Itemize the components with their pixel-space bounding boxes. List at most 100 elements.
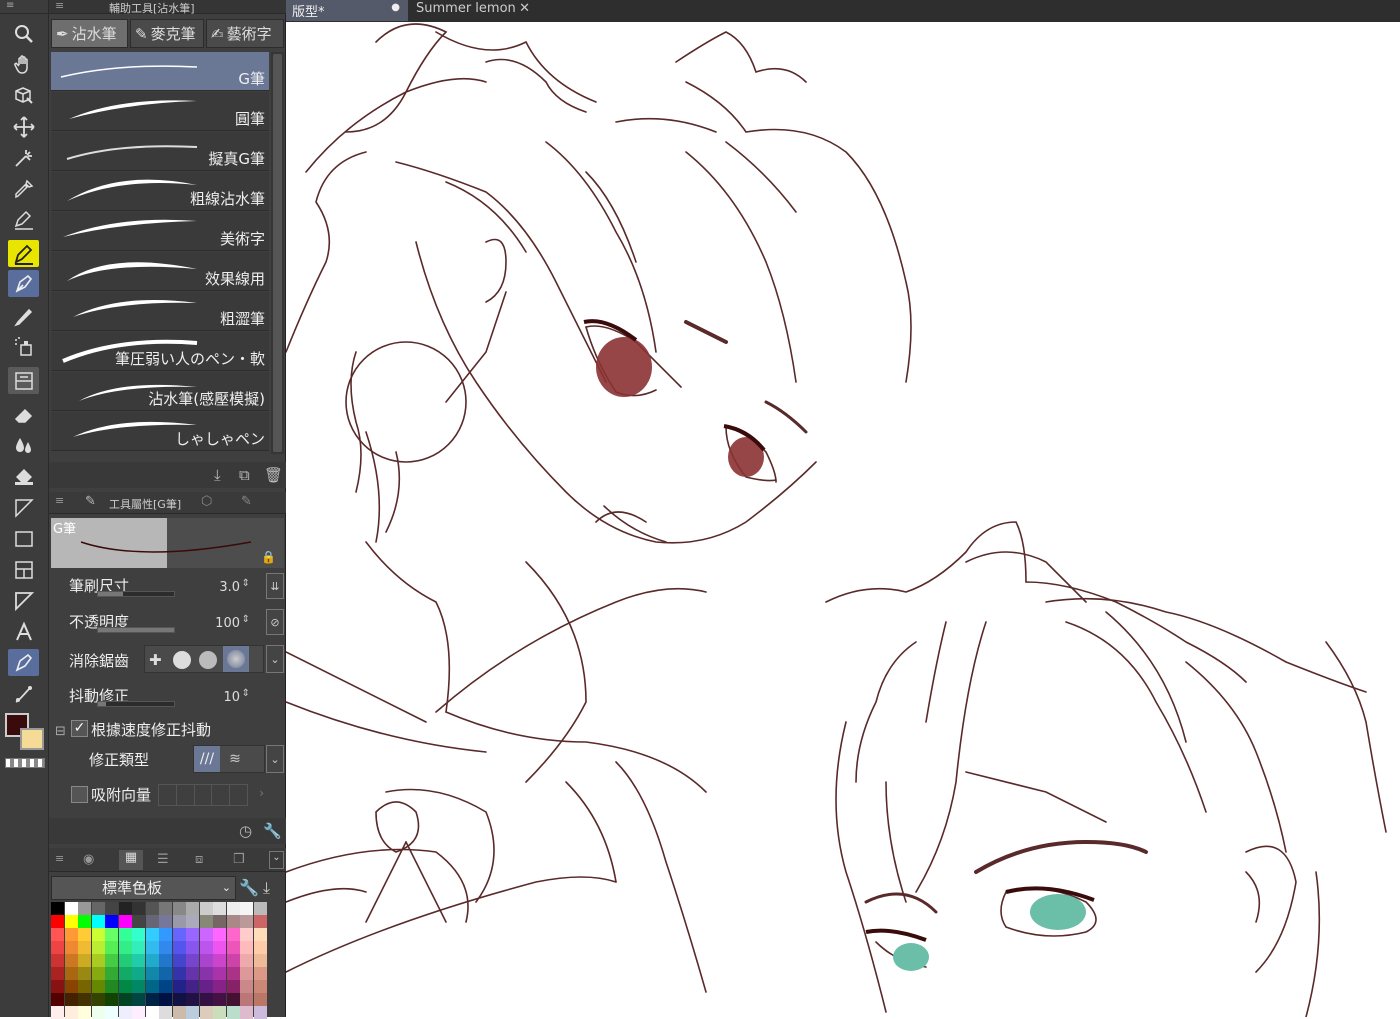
color-swatch[interactable]	[91, 1006, 105, 1019]
color-swatch[interactable]	[78, 902, 91, 915]
gradient-tool[interactable]	[8, 494, 39, 521]
color-swatch[interactable]	[226, 928, 240, 941]
brush-list-scrollbar[interactable]	[271, 52, 284, 454]
snap-options[interactable]	[158, 784, 248, 806]
color-swatch[interactable]	[159, 941, 172, 954]
color-swatch[interactable]	[240, 967, 253, 980]
color-swatch[interactable]	[91, 902, 105, 915]
color-swatch[interactable]	[78, 941, 91, 954]
color-swatch[interactable]	[132, 993, 145, 1006]
color-swatch[interactable]	[199, 941, 213, 954]
scroll-thumb[interactable]	[273, 54, 282, 452]
pen-tool[interactable]	[8, 240, 39, 267]
color-swatch[interactable]	[240, 954, 253, 967]
color-swatch[interactable]	[172, 993, 186, 1006]
color-swatch[interactable]	[253, 967, 267, 980]
color-swatch[interactable]	[199, 1006, 213, 1019]
color-swatch[interactable]	[105, 1006, 118, 1019]
color-swatch[interactable]	[118, 1006, 132, 1019]
color-swatch[interactable]	[172, 941, 186, 954]
stepper-icon[interactable]: ⇕	[242, 578, 250, 589]
doc-tab-summer-lemon[interactable]: Summer lemon ✕	[410, 0, 534, 21]
brush-item-thick-pen[interactable]: 粗線沾水筆	[51, 172, 269, 211]
color-swatch[interactable]	[145, 1006, 159, 1019]
color-swatch[interactable]	[226, 993, 240, 1006]
close-icon[interactable]: ✕	[519, 1, 530, 16]
color-swatch[interactable]	[199, 915, 213, 928]
color-swatch[interactable]	[105, 967, 118, 980]
color-swatch[interactable]	[226, 967, 240, 980]
brush-item-pressure-pen[interactable]: 沾水筆(感壓模擬)	[51, 372, 269, 411]
color-swatch[interactable]	[51, 915, 64, 928]
color-slider-tab-icon[interactable]: ☰	[157, 852, 169, 867]
color-swatch[interactable]	[51, 928, 64, 941]
color-swatch[interactable]	[253, 954, 267, 967]
hand-tool[interactable]	[8, 51, 39, 78]
color-swatch[interactable]	[51, 967, 64, 980]
color-set-tab-icon[interactable]: ▦	[119, 850, 143, 870]
color-swatch[interactable]	[213, 915, 226, 928]
color-swatch[interactable]	[78, 915, 91, 928]
color-swatch[interactable]	[132, 954, 145, 967]
color-swatch[interactable]	[240, 941, 253, 954]
color-swatch[interactable]	[199, 928, 213, 941]
color-swatch[interactable]	[226, 941, 240, 954]
color-swatch[interactable]	[132, 902, 145, 915]
color-swatch[interactable]	[186, 954, 199, 967]
antialias-dropdown[interactable]: ⌄	[266, 645, 284, 673]
color-swatch[interactable]	[105, 915, 118, 928]
g-pen-tool[interactable]	[8, 270, 39, 297]
unsaved-dot-icon[interactable]: ●	[391, 2, 400, 13]
color-swatch[interactable]	[186, 993, 199, 1006]
color-swatch[interactable]	[240, 1006, 253, 1019]
color-swatch[interactable]	[64, 993, 78, 1006]
color-swatch[interactable]	[186, 915, 199, 928]
color-swatch[interactable]	[159, 980, 172, 993]
antialias-strong-icon[interactable]	[223, 646, 249, 672]
import-icon[interactable]: ⤓	[214, 466, 221, 484]
color-swatch[interactable]	[186, 1006, 199, 1019]
text-tool[interactable]	[8, 618, 39, 645]
color-swatch[interactable]	[145, 928, 159, 941]
color-swatch[interactable]	[226, 980, 240, 993]
pen-pressure-tool[interactable]	[8, 206, 39, 233]
antialias-medium-icon[interactable]	[199, 651, 217, 669]
brush-item-g-pen[interactable]: G筆	[51, 52, 269, 91]
object-tool[interactable]	[8, 82, 39, 109]
color-swatch[interactable]	[51, 941, 64, 954]
color-swatch[interactable]	[145, 967, 159, 980]
brush-detail-icon[interactable]: ⬡	[201, 494, 212, 509]
color-swatch[interactable]	[213, 928, 226, 941]
color-swatch[interactable]	[78, 967, 91, 980]
color-swatch[interactable]	[132, 980, 145, 993]
tab-marker[interactable]: ✎ 麥克筆	[130, 19, 204, 48]
color-swatch[interactable]	[64, 980, 78, 993]
color-swatch[interactable]	[132, 941, 145, 954]
color-swatch[interactable]	[51, 902, 64, 915]
color-swatch[interactable]	[64, 902, 78, 915]
opacity-slider[interactable]	[97, 627, 175, 633]
color-swatch[interactable]	[213, 902, 226, 915]
color-swatch[interactable]	[132, 928, 145, 941]
color-swatch[interactable]	[105, 980, 118, 993]
drawing-canvas[interactable]	[286, 22, 1400, 1017]
color-swatch[interactable]	[51, 980, 64, 993]
color-swatch[interactable]	[240, 902, 253, 915]
color-swatch[interactable]	[240, 928, 253, 941]
color-swatch[interactable]	[105, 941, 118, 954]
color-swatch[interactable]	[213, 941, 226, 954]
edit-icon[interactable]: ✎	[241, 494, 252, 509]
move-tool[interactable]	[8, 113, 39, 140]
color-swatch[interactable]	[118, 928, 132, 941]
transparent-color-swatch[interactable]	[5, 758, 45, 768]
stepper-icon[interactable]: ⇕	[242, 688, 250, 699]
color-swatch[interactable]	[105, 954, 118, 967]
color-swatch[interactable]	[172, 954, 186, 967]
color-swatch[interactable]	[64, 915, 78, 928]
stabilization-slider[interactable]	[97, 701, 175, 707]
color-swatch[interactable]	[91, 967, 105, 980]
color-swatch[interactable]	[64, 941, 78, 954]
panel-menu-chevron-icon[interactable]: ⌄	[269, 851, 284, 869]
color-swatch[interactable]	[172, 915, 186, 928]
color-swatch[interactable]	[253, 915, 267, 928]
